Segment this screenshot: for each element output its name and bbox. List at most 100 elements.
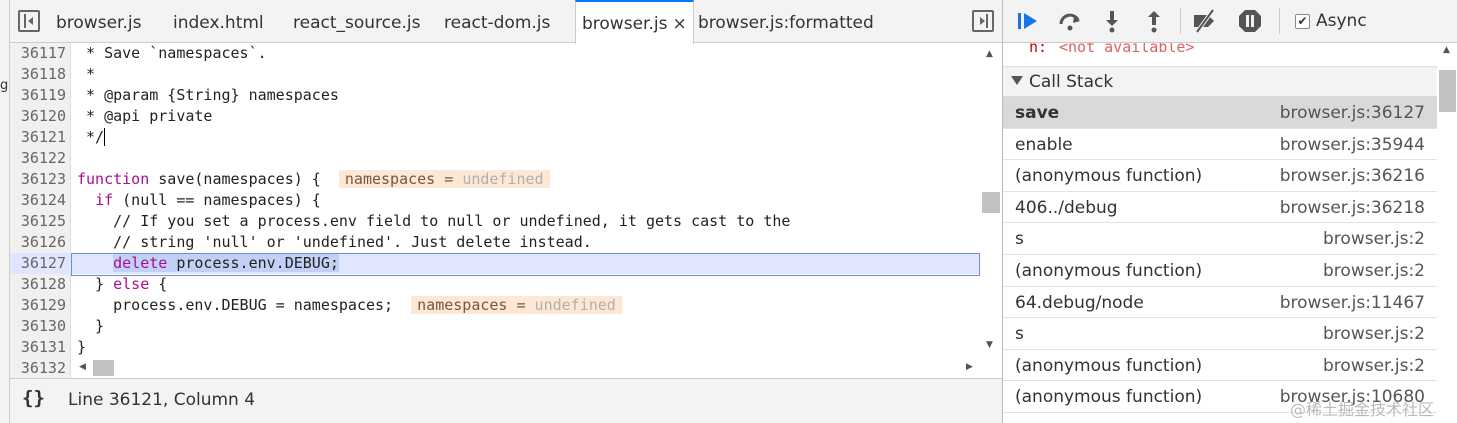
frame-function: (anonymous function) xyxy=(1015,387,1203,408)
tab-label: index.html xyxy=(173,13,264,33)
editor-status-bar: {} Line 36121, Column 4 xyxy=(10,378,1002,423)
resume-icon[interactable] xyxy=(1015,8,1041,34)
step-over-icon[interactable] xyxy=(1057,8,1083,34)
frame-location: browser.js:36216 xyxy=(1279,166,1425,187)
tab-react-dom-js[interactable]: react-dom.js xyxy=(444,0,550,43)
comment-close: */ xyxy=(77,128,105,146)
pretty-print-button[interactable]: {} xyxy=(22,387,45,409)
call-frame[interactable]: enable browser.js:35944 xyxy=(1003,129,1437,161)
frame-location: browser.js:36127 xyxy=(1279,103,1425,123)
frame-location: browser.js:36218 xyxy=(1279,197,1425,218)
scroll-thumb[interactable] xyxy=(982,192,1000,213)
tab-browser-js-formatted[interactable]: browser.js:formatted xyxy=(698,0,874,43)
line-number: 36125 xyxy=(20,212,66,230)
tab-label: browser.js xyxy=(56,13,142,33)
code-text: * @param {String} namespaces xyxy=(77,86,339,104)
editor-horizontal-scrollbar[interactable]: ◀ ▶ xyxy=(71,358,980,378)
frame-function: (anonymous function) xyxy=(1015,166,1203,187)
frame-function: (anonymous function) xyxy=(1015,261,1203,281)
code-line: 36128 } else { xyxy=(10,274,980,295)
frame-function: s xyxy=(1015,324,1024,345)
editor-vertical-scrollbar[interactable]: ▲ ▼ xyxy=(980,43,1002,358)
pause-on-exceptions-icon[interactable] xyxy=(1237,8,1263,34)
code-view[interactable]: 36117 * Save `namespaces`. 36118 * 36119… xyxy=(10,43,980,358)
code-text: // string 'null' or 'undefined'. Just de… xyxy=(77,233,592,251)
code-line: 36130 } xyxy=(10,316,980,337)
tab-label: browser.js:formatted xyxy=(698,13,874,33)
scroll-left-icon[interactable]: ◀ xyxy=(79,362,86,372)
sidebar-scrollbar[interactable]: ▲ xyxy=(1437,43,1457,423)
step-out-icon[interactable] xyxy=(1141,8,1167,34)
scroll-down-icon[interactable]: ▼ xyxy=(986,340,993,350)
line-number: 36129 xyxy=(20,296,66,314)
scope-variable-row: n: <not available> xyxy=(1003,43,1437,67)
close-icon[interactable]: × xyxy=(672,14,686,34)
toggle-debugger-icon[interactable] xyxy=(972,10,994,32)
call-frame[interactable]: 406../debug browser.js:36218 xyxy=(1003,192,1437,224)
code-text: function save(namespaces) { namespaces =… xyxy=(77,169,550,190)
keyword: else xyxy=(113,275,150,293)
frame-function: save xyxy=(1015,103,1060,123)
toolbar-separator xyxy=(1279,8,1280,34)
code-line: 36123 function save(namespaces) { namespa… xyxy=(10,169,980,190)
toggle-navigator-icon[interactable] xyxy=(18,10,40,32)
line-number: 36120 xyxy=(20,107,66,125)
call-frame[interactable]: s browser.js:2 xyxy=(1003,223,1437,255)
call-frame[interactable]: (anonymous function) browser.js:2 xyxy=(1003,350,1437,382)
code-line: 36131} xyxy=(10,337,980,358)
line-number: 36131 xyxy=(20,338,66,356)
code-text: } xyxy=(77,317,105,335)
scroll-up-icon[interactable]: ▲ xyxy=(1443,45,1450,55)
call-stack-title: Call Stack xyxy=(1029,72,1114,92)
frame-function: 406../debug xyxy=(1015,197,1118,218)
line-number: 36121 xyxy=(20,128,66,146)
scroll-up-icon[interactable]: ▲ xyxy=(986,49,993,59)
inline-variable-value: namespaces = undefined xyxy=(338,170,550,188)
frame-location: browser.js:11467 xyxy=(1279,292,1425,313)
code-text: if (null == namespaces) { xyxy=(95,191,321,209)
line-number: 36132 xyxy=(20,359,66,377)
call-frame[interactable]: 64.debug/node browser.js:11467 xyxy=(1003,287,1437,319)
scroll-right-icon[interactable]: ▶ xyxy=(966,362,973,372)
async-label: Async xyxy=(1316,11,1367,31)
frame-location: browser.js:2 xyxy=(1323,229,1425,250)
left-panel-glyph: g xyxy=(0,78,9,93)
scroll-thumb[interactable] xyxy=(93,360,114,376)
left-panel-edge: g xyxy=(0,0,10,423)
tab-label: react-dom.js xyxy=(444,13,551,33)
call-frame[interactable]: save browser.js:36127 xyxy=(1003,97,1437,129)
toolbar-separator xyxy=(1180,8,1181,34)
tab-browser-js[interactable]: browser.js xyxy=(56,0,141,43)
line-number: 36117 xyxy=(20,44,66,62)
call-frame[interactable]: s browser.js:2 xyxy=(1003,318,1437,350)
deactivate-breakpoints-icon[interactable] xyxy=(1191,8,1217,34)
code-text: } else { xyxy=(77,275,168,293)
tab-index-html[interactable]: index.html xyxy=(173,0,264,43)
expand-triangle-icon xyxy=(1011,76,1023,85)
call-frame[interactable]: (anonymous function) browser.js:36216 xyxy=(1003,160,1437,192)
frame-location: browser.js:2 xyxy=(1323,324,1425,345)
editor-tab-bar: browser.js index.html react_source.js re… xyxy=(10,0,1002,44)
keyword: delete xyxy=(113,254,168,272)
frame-function: enable xyxy=(1015,134,1073,155)
call-stack-header[interactable]: Call Stack xyxy=(1003,67,1437,97)
step-into-icon[interactable] xyxy=(1099,8,1125,34)
call-frame[interactable]: (anonymous function) browser.js:2 xyxy=(1003,255,1437,287)
code-text: } xyxy=(77,338,87,356)
code-text: delete process.env.DEBUG; xyxy=(77,253,339,274)
frame-function: s xyxy=(1015,229,1024,250)
line-number: 36123 xyxy=(20,170,66,188)
frame-location: browser.js:2 xyxy=(1323,261,1425,281)
frame-function: (anonymous function) xyxy=(1015,355,1203,376)
code-line: 36125 // If you set a process.env field … xyxy=(10,211,980,232)
tab-react-source-js[interactable]: react_source.js xyxy=(293,0,420,43)
keyword: function xyxy=(77,170,150,188)
frame-location: browser.js:2 xyxy=(1323,355,1425,376)
code-line: 36120 * @api private xyxy=(10,106,980,127)
async-checkbox[interactable]: ✔ xyxy=(1295,14,1310,29)
cursor-position: Line 36121, Column 4 xyxy=(68,390,256,410)
code-line: 36129 process.env.DEBUG = namespaces; na… xyxy=(10,295,980,316)
scroll-thumb[interactable] xyxy=(1439,70,1456,112)
scope-variable-value: <not available> xyxy=(1059,43,1195,56)
tab-browser-js-active[interactable]: browser.js × xyxy=(575,0,694,44)
